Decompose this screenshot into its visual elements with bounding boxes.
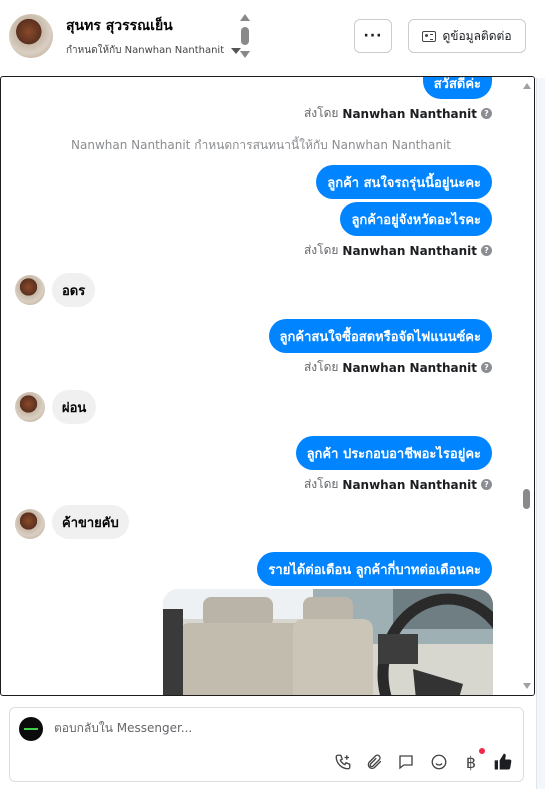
message-thread[interactable]: สวัสดีค่ะ ส่งโดย Nanwhan Nanthanit ? Nan… [0, 76, 535, 696]
baht-symbol: ฿ [465, 752, 477, 772]
contact-card-icon [422, 30, 437, 42]
scroll-down-icon[interactable] [523, 683, 531, 689]
message-text: ลูกค้า สนใจรถรุ่นนี้อยู่นะคะ [327, 175, 481, 191]
scroll-up-icon[interactable] [240, 14, 250, 21]
message-outgoing[interactable]: รายได้ต่อเดือน ลูกค้ากี่บาทต่อเดือนคะ [257, 552, 492, 586]
system-message: Nanwhan Nanthanit กำหนดการสนทนานี้ให้กับ… [71, 138, 451, 152]
message-text: ลูกค้า ประกอบอาชีพอะไรอยู่คะ [306, 446, 481, 462]
message-text: ลูกค้าอยู่จังหวัดอะไรคะ [351, 212, 481, 228]
message-text: รายได้ต่อเดือน ลูกค้ากี่บาทต่อเดือนคะ [268, 562, 481, 578]
sent-by-name: Nanwhan Nanthanit [342, 360, 477, 375]
message-incoming[interactable]: ผ่อน [52, 390, 97, 424]
help-icon[interactable]: ? [481, 362, 492, 373]
sent-by-prefix: ส่งโดย [303, 106, 339, 120]
help-icon[interactable]: ? [481, 245, 492, 256]
notification-dot [479, 748, 485, 754]
conversation-header: สุนทร สุวรรณเย็น กำหนดให้กับ Nanwhan Nan… [0, 0, 547, 78]
sent-by-name: Nanwhan Nanthanit [342, 477, 477, 492]
message-outgoing[interactable]: สวัสดีค่ะ [422, 76, 492, 99]
assignee-label: กำหนดให้กับ Nanwhan Nanthanit [66, 45, 225, 56]
page-scrollbar-track[interactable] [536, 78, 545, 789]
message-incoming[interactable]: ค้าขายคับ [52, 505, 129, 539]
view-contact-label: ดูข้อมูลติดต่อ [442, 28, 512, 43]
sent-by-prefix: ส่งโดย [303, 243, 339, 257]
sent-by-prefix: ส่งโดย [303, 477, 339, 491]
baht-icon[interactable]: ฿ [460, 748, 485, 773]
sent-by-name: Nanwhan Nanthanit [342, 243, 477, 258]
view-contact-button[interactable]: ดูข้อมูลติดต่อ [408, 19, 526, 53]
contact-avatar-small[interactable] [15, 509, 45, 539]
phone-plus-icon[interactable] [332, 751, 354, 773]
sent-by-line: ส่งโดย Nanwhan Nanthanit ? [304, 358, 492, 377]
message-outgoing[interactable]: ลูกค้าอยู่จังหวัดอะไรคะ [340, 202, 492, 236]
message-outgoing[interactable]: ลูกค้า ประกอบอาชีพอะไรอยู่คะ [295, 436, 492, 470]
sent-by-prefix: ส่งโดย [303, 360, 339, 374]
message-incoming[interactable]: อดร [52, 273, 96, 307]
message-text: ผ่อน [62, 400, 87, 416]
message-outgoing[interactable]: ลูกค้าสนใจซื้อสดหรือจัดไฟแนนซ์คะ [268, 319, 492, 353]
page-avatar [19, 717, 43, 741]
smiley-icon[interactable] [428, 751, 450, 773]
scroll-thumb[interactable] [523, 489, 530, 509]
message-text: ลูกค้าสนใจซื้อสดหรือจัดไฟแนนซ์คะ [279, 329, 481, 345]
message-text: อดร [62, 283, 86, 299]
assignee-dropdown[interactable]: กำหนดให้กับ Nanwhan Nanthanit [66, 43, 242, 58]
thumbs-up-icon[interactable] [492, 751, 514, 773]
contact-avatar[interactable] [9, 14, 53, 58]
contact-avatar-small[interactable] [15, 392, 45, 422]
scroll-down-icon[interactable] [240, 51, 250, 58]
chat-bubble-icon[interactable] [395, 751, 417, 773]
sent-by-line: ส่งโดย Nanwhan Nanthanit ? [304, 104, 492, 123]
message-outgoing[interactable]: ลูกค้า สนใจรถรุ่นนี้อยู่นะคะ [316, 165, 492, 199]
more-options-button[interactable]: ··· [354, 19, 392, 53]
paperclip-icon[interactable] [363, 751, 385, 773]
car-interior-image [163, 589, 493, 695]
contact-name[interactable]: สุนทร สุวรรณเย็น [66, 15, 173, 37]
help-icon[interactable]: ? [481, 108, 492, 119]
sent-by-name: Nanwhan Nanthanit [342, 106, 477, 121]
header-scroller[interactable] [239, 14, 251, 60]
help-icon[interactable]: ? [481, 479, 492, 490]
page-scrollbar[interactable] [535, 78, 547, 789]
message-text: สวัสดีค่ะ [433, 76, 481, 92]
sent-by-line: ส่งโดย Nanwhan Nanthanit ? [304, 475, 492, 494]
thread-scrollbar[interactable] [520, 77, 534, 695]
scroll-up-icon[interactable] [523, 83, 531, 89]
contact-avatar-small[interactable] [15, 275, 45, 305]
image-attachment[interactable] [163, 589, 493, 695]
message-text: ค้าขายคับ [62, 515, 119, 531]
scroll-thumb[interactable] [241, 27, 249, 45]
reply-composer: ฿ [9, 707, 524, 782]
reply-input[interactable] [54, 721, 494, 735]
sent-by-line: ส่งโดย Nanwhan Nanthanit ? [304, 241, 492, 260]
